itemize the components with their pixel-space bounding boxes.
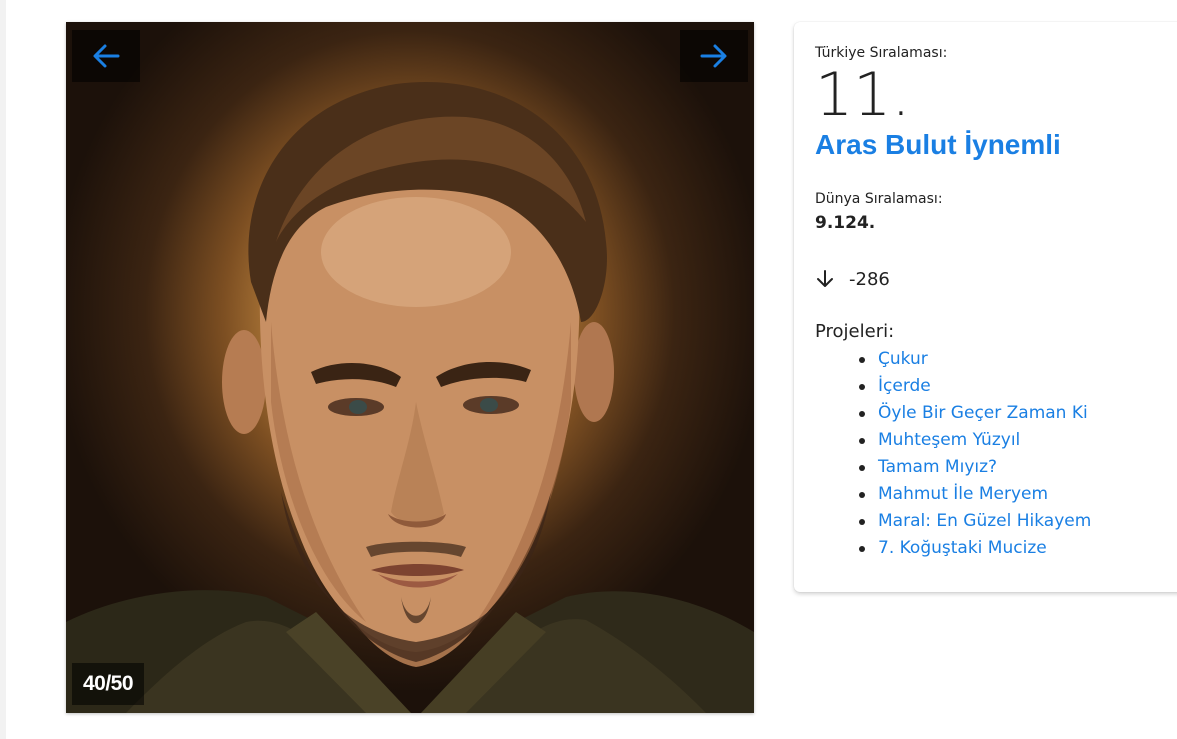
actor-portrait-image: [66, 82, 754, 713]
list-item: Mahmut İle Meryem: [857, 481, 1177, 508]
bullet-icon: [859, 465, 865, 471]
list-item: Maral: En Güzel Hikayem: [857, 508, 1177, 535]
project-link[interactable]: Çukur: [878, 349, 928, 369]
list-item: İçerde: [857, 373, 1177, 400]
list-item: Çukur: [857, 346, 1177, 373]
arrow-down-icon: [817, 270, 833, 287]
list-item: 7. Koğuştaki Mucize: [857, 535, 1177, 562]
world-rank-value: 9.124.: [815, 213, 876, 233]
page-left-border: [0, 0, 6, 739]
list-item: Öyle Bir Geçer Zaman Ki: [857, 400, 1177, 427]
projects-label: Projeleri:: [815, 321, 895, 342]
project-link[interactable]: Muhteşem Yüzyıl: [878, 430, 1020, 450]
actor-info-card: Türkiye Sıralaması: 11. Aras Bulut İynem…: [794, 22, 1177, 592]
rank-change: -286: [815, 267, 1177, 291]
bullet-icon: [859, 492, 865, 498]
bullet-icon: [859, 438, 865, 444]
turkey-rank-value: 11.: [815, 60, 911, 130]
projects-list: Çukur İçerde Öyle Bir Geçer Zaman Ki Muh…: [815, 346, 1177, 562]
rank-change-value: -286: [849, 268, 890, 290]
next-photo-button[interactable]: [680, 30, 748, 82]
photo-counter: 40/50: [72, 663, 144, 705]
bullet-icon: [859, 546, 865, 552]
project-link[interactable]: İçerde: [878, 376, 931, 396]
world-rank-label: Dünya Sıralaması:: [815, 191, 943, 207]
previous-photo-button[interactable]: [72, 30, 140, 82]
project-link[interactable]: Tamam Mıyız?: [878, 457, 997, 477]
bullet-icon: [859, 411, 865, 417]
list-item: Muhteşem Yüzyıl: [857, 427, 1177, 454]
bullet-icon: [859, 357, 865, 363]
arrow-right-icon: [700, 44, 727, 68]
bullet-icon: [859, 384, 865, 390]
project-link[interactable]: Mahmut İle Meryem: [878, 484, 1048, 504]
project-link[interactable]: Öyle Bir Geçer Zaman Ki: [878, 403, 1088, 423]
arrow-left-icon: [93, 44, 120, 68]
actor-name-link[interactable]: Aras Bulut İynemli: [815, 129, 1177, 161]
gallery-photo[interactable]: 40/50: [66, 22, 754, 713]
project-link[interactable]: 7. Koğuştaki Mucize: [878, 538, 1047, 558]
list-item: Tamam Mıyız?: [857, 454, 1177, 481]
bullet-icon: [859, 519, 865, 525]
project-link[interactable]: Maral: En Güzel Hikayem: [878, 511, 1091, 531]
